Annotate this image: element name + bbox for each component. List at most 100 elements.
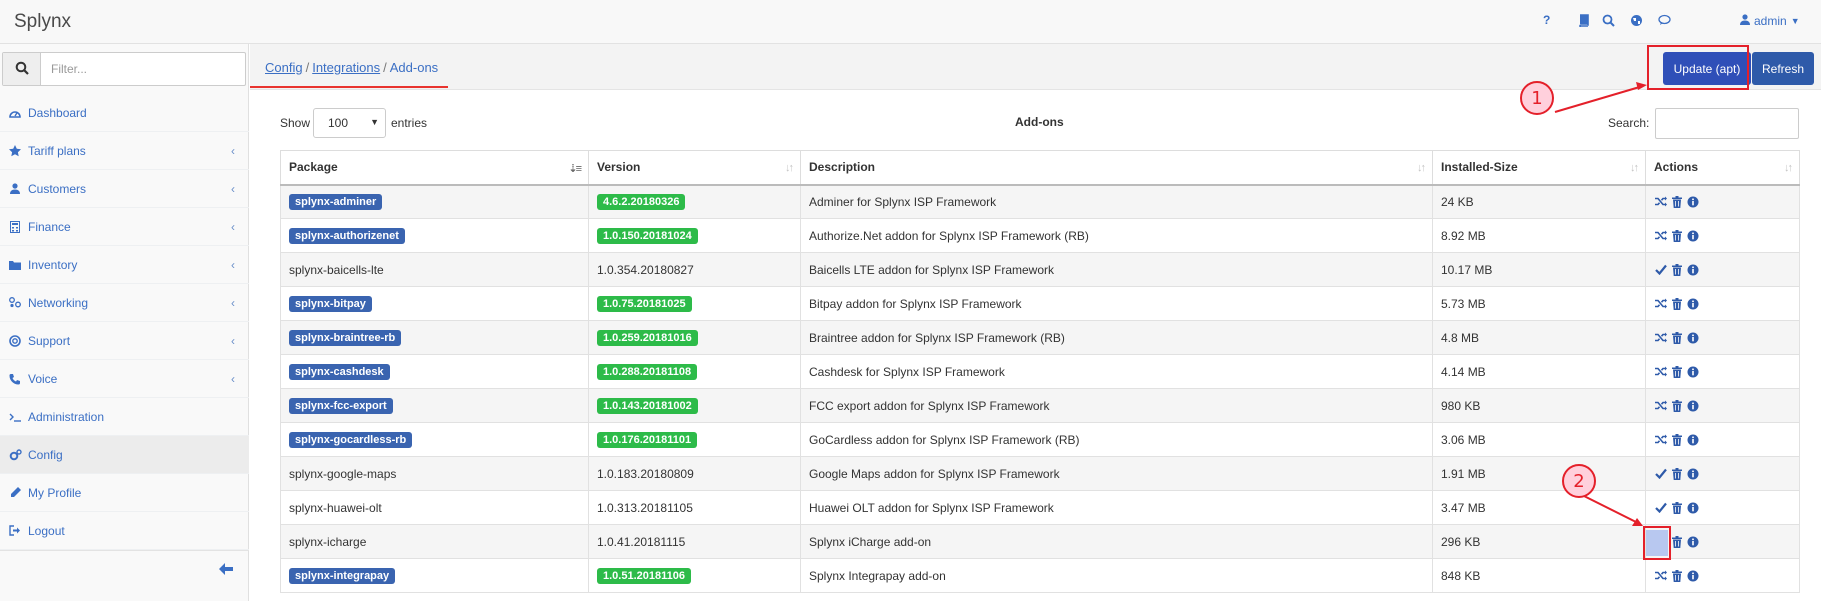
delete-trash-icon[interactable] (1670, 229, 1683, 242)
delete-trash-icon[interactable] (1670, 399, 1683, 412)
sidebar-item-networking[interactable]: Networking ‹ (0, 284, 249, 322)
sidebar-filter-input[interactable] (51, 61, 231, 77)
shuffle-icon[interactable] (1654, 569, 1667, 582)
info-icon[interactable] (1686, 501, 1699, 514)
filter-search-button[interactable] (3, 53, 41, 85)
sidebar-item-finance[interactable]: Finance ‹ (0, 208, 249, 246)
info-icon[interactable] (1686, 229, 1699, 242)
table-row[interactable]: splynx-integrapay 1.0.51.20181106 Splynx I… (280, 558, 1800, 593)
chat-icon[interactable] (1658, 14, 1671, 27)
package-cell: splynx-braintree-rb (280, 320, 589, 355)
shuffle-icon[interactable] (1654, 331, 1667, 344)
sidebar-item-inventory[interactable]: Inventory ‹ (0, 246, 249, 284)
column-header-description[interactable]: Description ↓↑ (800, 150, 1433, 186)
sidebar-item-administration[interactable]: Administration (0, 398, 249, 436)
search-icon[interactable] (1602, 14, 1615, 27)
table-row[interactable]: splynx-gocardless-rb 1.0.176.20181101 GoCa… (280, 422, 1800, 457)
delete-trash-icon[interactable] (1670, 195, 1683, 208)
table-row[interactable]: splynx-bitpay 1.0.75.20181025 Bitpay addon… (280, 286, 1800, 321)
installed-size-text: 4.14 MB (1441, 364, 1486, 379)
description-cell: FCC export addon for Splynx ISP Framewor… (800, 388, 1433, 423)
version-label: 1.0.288.20181108 (597, 363, 698, 380)
actions-cell (1645, 184, 1800, 219)
info-icon[interactable] (1686, 297, 1699, 310)
delete-trash-icon[interactable] (1670, 535, 1683, 548)
enable-check-icon[interactable] (1654, 467, 1667, 480)
delete-trash-icon[interactable] (1670, 263, 1683, 276)
globe-icon[interactable] (1630, 14, 1643, 27)
table-row[interactable]: splynx-fcc-export 1.0.143.20181002 FCC exp… (280, 388, 1800, 423)
info-icon[interactable] (1686, 535, 1699, 548)
description-cell: Google Maps addon for Splynx ISP Framewo… (800, 456, 1433, 491)
table-search-input[interactable] (1655, 108, 1799, 139)
version-text: 1.0.183.20180809 (597, 466, 694, 481)
breadcrumb-config-link[interactable]: Config (265, 60, 303, 75)
info-icon[interactable] (1686, 569, 1699, 582)
table-row[interactable]: splynx-adminer 4.6.2.20180326 Adminer for … (280, 184, 1800, 219)
delete-trash-icon[interactable] (1670, 297, 1683, 310)
info-icon[interactable] (1686, 331, 1699, 344)
info-icon[interactable] (1686, 467, 1699, 480)
enable-check-icon[interactable] (1654, 501, 1667, 514)
app-brand[interactable]: Splynx (14, 11, 71, 33)
delete-trash-icon[interactable] (1670, 365, 1683, 378)
sidebar-collapse-row (0, 550, 249, 590)
breadcrumb-integrations-link[interactable]: Integrations (312, 60, 380, 75)
package-label: splynx-gocardless-rb (289, 431, 413, 448)
table-row[interactable]: splynx-braintree-rb 1.0.259.20181016 Brain… (280, 320, 1800, 355)
description-text: Splynx iCharge add-on (809, 534, 932, 549)
page-size-select[interactable]: 100 ▼ (313, 108, 386, 138)
collapse-sidebar-icon[interactable] (219, 563, 233, 578)
sidebar-item-logout[interactable]: Logout (0, 512, 249, 550)
table-row[interactable]: splynx-authorizenet 1.0.150.20181024 Autho… (280, 218, 1800, 253)
help-icon[interactable]: ? (1543, 13, 1550, 27)
column-header-package[interactable]: Package ⇣≡ (280, 150, 589, 186)
star-icon (8, 144, 22, 158)
sidebar-item-support[interactable]: Support ‹ (0, 322, 249, 360)
refresh-button[interactable]: Refresh (1752, 52, 1814, 85)
table-row[interactable]: splynx-cashdesk 1.0.288.20181108 Cashdesk … (280, 354, 1800, 389)
sidebar-item-config[interactable]: Config (0, 436, 249, 474)
table-row[interactable]: splynx-baicells-lte 1.0.354.20180827 Baice… (280, 252, 1800, 287)
shuffle-icon[interactable] (1654, 365, 1667, 378)
sort-asc-icon: ⇣≡ (568, 163, 582, 175)
info-icon[interactable] (1686, 365, 1699, 378)
caret-down-icon: ▼ (370, 117, 379, 127)
info-icon[interactable] (1686, 399, 1699, 412)
info-icon[interactable] (1686, 195, 1699, 208)
column-header-version[interactable]: Version ↓↑ (588, 150, 801, 186)
delete-trash-icon[interactable] (1670, 331, 1683, 344)
shuffle-icon[interactable] (1654, 297, 1667, 310)
sidebar-item-customers[interactable]: Customers ‹ (0, 170, 249, 208)
book-icon[interactable] (1578, 14, 1590, 27)
delete-trash-icon[interactable] (1670, 433, 1683, 446)
version-label: 4.6.2.20180326 (597, 193, 686, 210)
sort-icon: ↓↑ (1630, 162, 1639, 174)
column-header-installed-size[interactable]: Installed-Size ↓↑ (1432, 150, 1646, 186)
info-icon[interactable] (1686, 433, 1699, 446)
shuffle-icon[interactable] (1654, 195, 1667, 208)
row-actions (1654, 229, 1791, 242)
info-icon[interactable] (1686, 263, 1699, 276)
shuffle-icon[interactable] (1654, 433, 1667, 446)
delete-trash-icon[interactable] (1670, 569, 1683, 582)
delete-trash-icon[interactable] (1670, 467, 1683, 480)
user-menu[interactable]: admin ▼ (1740, 14, 1800, 28)
delete-trash-icon[interactable] (1670, 501, 1683, 514)
enable-check-icon[interactable] (1654, 263, 1667, 276)
shuffle-icon[interactable] (1654, 399, 1667, 412)
sidebar-item-tariff-plans[interactable]: Tariff plans ‹ (0, 132, 249, 170)
shuffle-icon[interactable] (1654, 229, 1667, 242)
column-header-actions[interactable]: Actions ↓↑ (1645, 150, 1800, 186)
table-row[interactable]: splynx-icharge 1.0.41.20181115 Splynx iCha… (280, 524, 1800, 559)
caret-down-icon: ▼ (1790, 16, 1800, 26)
breadcrumb-bar: Config / Integrations / Add-ons (250, 44, 1821, 90)
header-label: Installed-Size (1441, 160, 1518, 175)
sidebar-item-my-profile[interactable]: My Profile (0, 474, 249, 512)
version-cell: 1.0.150.20181024 (588, 218, 801, 253)
version-label: 1.0.51.20181106 (597, 567, 691, 584)
sidebar-item-voice[interactable]: Voice ‹ (0, 360, 249, 398)
description-cell: Adminer for Splynx ISP Framework (800, 184, 1433, 219)
package-text: splynx-icharge (289, 534, 367, 549)
sidebar-item-dashboard[interactable]: Dashboard (0, 94, 249, 132)
